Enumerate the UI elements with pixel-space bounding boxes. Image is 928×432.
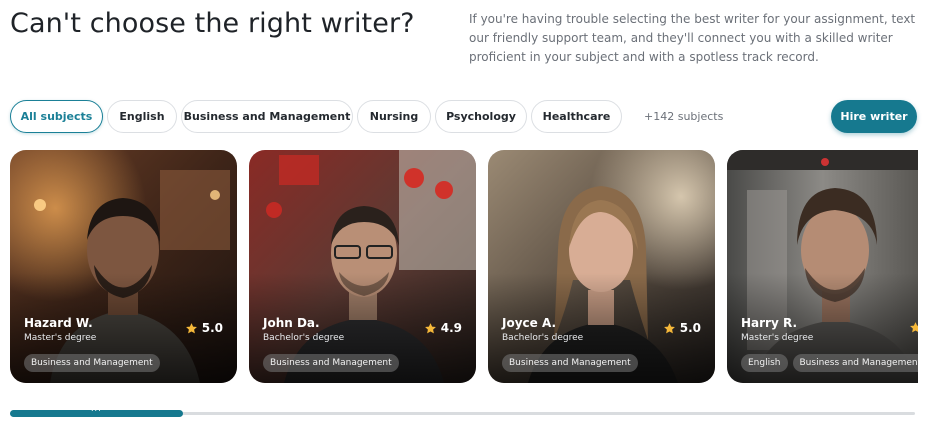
writer-rating-value: 4.9	[440, 321, 462, 335]
writer-rating: 5.0	[185, 321, 223, 335]
writer-name: John Da.	[263, 316, 320, 330]
chip-healthcare[interactable]: Healthcare	[531, 100, 622, 133]
writer-tags: Business and Management	[263, 354, 399, 372]
subject-tag: Business and Management	[263, 354, 399, 372]
star-icon	[663, 322, 675, 333]
writer-rating	[909, 321, 918, 334]
writer-tags: Business and Management	[502, 354, 638, 372]
writer-card[interactable]: John Da. Bachelor's degree 4.9 Business …	[249, 150, 476, 383]
chip-business-and-management[interactable]: Business and Management	[181, 100, 353, 133]
chip-nursing[interactable]: Nursing	[357, 100, 431, 133]
star-icon	[185, 322, 197, 333]
page-title: Can't choose the right writer?	[10, 8, 415, 39]
writer-tags: English Business and Management	[741, 354, 918, 372]
subject-tag: Business and Management	[792, 354, 918, 372]
writer-degree: Master's degree	[741, 333, 814, 343]
subject-filters: All subjects English Business and Manage…	[10, 100, 928, 133]
writer-degree: Bachelor's degree	[502, 333, 584, 343]
writer-rating-value: 5.0	[679, 321, 701, 335]
chip-all-subjects[interactable]: All subjects	[10, 100, 103, 133]
chip-psychology[interactable]: Psychology	[435, 100, 527, 133]
subject-tag: Business and Management	[502, 354, 638, 372]
more-subjects-count[interactable]: +142 subjects	[644, 100, 723, 133]
star-icon	[424, 322, 436, 333]
writer-name: Hazard W.	[24, 316, 93, 330]
writer-degree: Master's degree	[24, 333, 97, 343]
writer-rating-value: 5.0	[201, 321, 223, 335]
hire-writer-button[interactable]: Hire writer	[831, 100, 917, 133]
chip-english[interactable]: English	[107, 100, 177, 133]
writer-degree: Bachelor's degree	[263, 333, 345, 343]
writer-name: Harry R.	[741, 316, 797, 330]
writer-card[interactable]: Harry R. Master's degree English Busines…	[727, 150, 918, 383]
subject-tag: Business and Management	[24, 354, 160, 372]
intro-text: If you're having trouble selecting the b…	[469, 12, 916, 64]
writer-card[interactable]: Hazard W. Master's degree 5.0 Business a…	[10, 150, 237, 383]
writer-rating: 4.9	[424, 321, 462, 335]
writer-name: Joyce A.	[502, 316, 557, 330]
scrollbar-handle-dots: ...	[91, 404, 102, 413]
writer-tags: Business and Management	[24, 354, 160, 372]
subject-tag: English	[741, 354, 788, 372]
writer-card[interactable]: Joyce A. Bachelor's degree 5.0 Business …	[488, 150, 715, 383]
writer-rating: 5.0	[663, 321, 701, 335]
star-icon	[910, 322, 918, 333]
